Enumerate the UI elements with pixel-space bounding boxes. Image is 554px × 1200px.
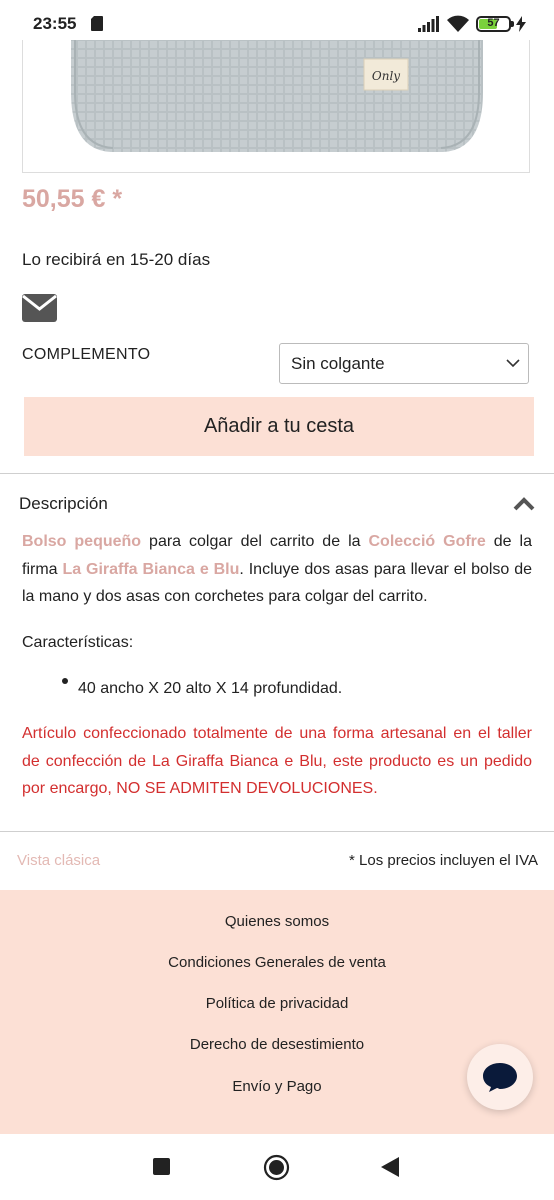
delivery-time: Lo recibirá en 15-20 días (22, 250, 211, 269)
description-title[interactable]: Descripción (19, 494, 108, 514)
battery-tip (511, 21, 514, 27)
sd-card-icon (91, 16, 103, 31)
signal-icon (418, 16, 439, 32)
list-bullet (62, 678, 68, 684)
product-tag-text: Only (372, 69, 400, 83)
battery-icon: 57 (476, 16, 511, 32)
product-price: 50,55 € * (22, 185, 123, 213)
footer-link-privacidad[interactable]: Política de privacidad (0, 995, 554, 1012)
link-la-giraffa[interactable]: La Giraffa Bianca e Blu (62, 561, 239, 578)
footer-link-condiciones[interactable]: Condiciones Generales de venta (0, 954, 554, 971)
product-image[interactable]: Only (22, 40, 530, 173)
features-label: Características: (22, 634, 134, 651)
status-time: 23:55 (33, 14, 77, 33)
section-divider (0, 831, 554, 832)
link-bolso-pequeno[interactable]: Bolso pequeño (22, 533, 141, 550)
charging-bolt-icon (516, 16, 526, 32)
chat-button[interactable] (467, 1044, 533, 1110)
option-selected-value: Sin colgante (291, 354, 385, 373)
back-icon[interactable] (381, 1157, 399, 1177)
footer: Quienes somos Condiciones Generales de v… (0, 890, 554, 1134)
option-label: COMPLEMENTO (22, 346, 151, 363)
section-divider (0, 473, 554, 474)
footer-link-quienes-somos[interactable]: Quienes somos (0, 913, 554, 930)
no-returns-notice: Artículo confeccionado totalmente de una… (22, 725, 532, 797)
link-coleccio-gofre[interactable]: Colecció Gofre (368, 533, 485, 550)
chevron-down-icon (506, 359, 520, 368)
description-text: para colgar del carrito de la (141, 533, 369, 550)
mail-icon[interactable] (22, 294, 57, 322)
chat-bubble-icon (483, 1063, 517, 1092)
classic-view-link[interactable]: Vista clásica (17, 852, 100, 869)
chevron-up-icon[interactable] (512, 496, 536, 512)
add-to-cart-button[interactable]: Añadir a tu cesta (24, 397, 534, 456)
home-icon[interactable] (263, 1154, 290, 1181)
description-paragraph: Bolso pequeño para colgar del carrito de… (22, 528, 532, 611)
complemento-select[interactable]: Sin colgante (279, 343, 529, 384)
wifi-icon (447, 15, 469, 32)
system-nav-bar (0, 1134, 554, 1200)
recent-apps-icon[interactable] (153, 1158, 170, 1175)
bag-illustration: Only (71, 40, 483, 152)
footer-link-desestimiento[interactable]: Derecho de desestimiento (0, 1036, 554, 1053)
vat-note: * Los precios incluyen el IVA (349, 852, 538, 869)
feature-item: 40 ancho X 20 alto X 14 profundidad. (78, 680, 343, 697)
add-to-cart-label: Añadir a tu cesta (203, 415, 355, 437)
battery-level: 57 (487, 17, 500, 29)
